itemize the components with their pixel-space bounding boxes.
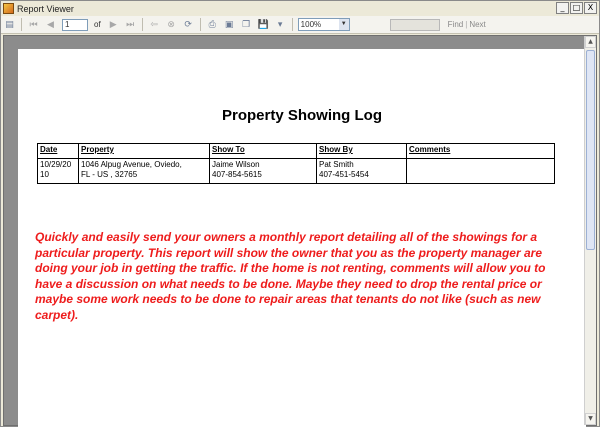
property-line: 1046 Alpug Avenue, Oviedo, bbox=[81, 160, 182, 169]
window-controls: _ □ X bbox=[556, 2, 597, 14]
show-by-phone: 407-451-5454 bbox=[319, 170, 369, 179]
show-by-name: Pat Smith bbox=[319, 160, 354, 169]
zoom-select[interactable]: 100% ▼ bbox=[297, 18, 350, 31]
first-page-icon[interactable]: ⏮ bbox=[27, 18, 40, 31]
app-icon bbox=[3, 3, 14, 14]
column-header-show-to: Show To bbox=[209, 143, 317, 159]
back-icon[interactable]: ⇦ bbox=[148, 18, 161, 31]
cell-date: 10/29/20 10 bbox=[37, 158, 79, 184]
find-input[interactable] bbox=[389, 18, 440, 31]
scroll-up-icon[interactable]: ▲ bbox=[585, 36, 596, 48]
toolbar-separator bbox=[199, 18, 201, 31]
report-description: Quickly and easily send your owners a mo… bbox=[35, 230, 546, 322]
cell-show-by: Pat Smith 407-451-5454 bbox=[316, 158, 407, 184]
export-dropdown-icon[interactable]: ▾ bbox=[274, 18, 287, 31]
minimize-button[interactable]: _ bbox=[556, 2, 569, 14]
vertical-scrollbar[interactable]: ▲ ▼ bbox=[584, 36, 596, 425]
column-header-show-by: Show By bbox=[316, 143, 407, 159]
next-link[interactable]: Next bbox=[469, 20, 485, 29]
previous-page-icon[interactable]: ◀ bbox=[44, 18, 57, 31]
stop-icon[interactable]: ⊗ bbox=[165, 18, 178, 31]
scroll-thumb[interactable] bbox=[586, 50, 595, 250]
close-button[interactable]: X bbox=[584, 2, 597, 14]
report-toolbar: ▤ ⏮ ◀ 1 of ▶ ⏭ ⇦ ⊗ ⟳ ⎙ ▣ ❐ 💾 ▾ 100% ▼ Fi… bbox=[1, 16, 599, 34]
cell-show-to: Jaime Wilson 407-854-5615 bbox=[209, 158, 317, 184]
column-header-date: Date bbox=[37, 143, 79, 159]
table-header-row: Date Property Show To Show By Comments bbox=[37, 143, 555, 159]
column-header-comments: Comments bbox=[406, 143, 555, 159]
last-page-icon[interactable]: ⏭ bbox=[124, 18, 137, 31]
show-to-phone: 407-854-5615 bbox=[212, 170, 262, 179]
toolbar-separator bbox=[291, 18, 293, 31]
date-line: 10 bbox=[40, 170, 49, 179]
window-title: Report Viewer bbox=[17, 3, 74, 14]
column-header-property: Property bbox=[78, 143, 210, 159]
title-bar: Report Viewer _ □ X bbox=[1, 1, 599, 16]
table-row: 10/29/20 10 1046 Alpug Avenue, Oviedo, F… bbox=[37, 158, 555, 184]
cell-property: 1046 Alpug Avenue, Oviedo, FL - US , 327… bbox=[78, 158, 210, 184]
page-number-input[interactable]: 1 bbox=[62, 18, 88, 31]
print-layout-icon[interactable]: ▣ bbox=[223, 18, 236, 31]
refresh-icon[interactable]: ⟳ bbox=[182, 18, 195, 31]
chevron-down-icon[interactable]: ▼ bbox=[338, 19, 349, 30]
property-line: FL - US , 32765 bbox=[81, 170, 138, 179]
export-icon[interactable]: 💾 bbox=[257, 18, 270, 31]
showing-log-table: Date Property Show To Show By Comments 1… bbox=[37, 143, 555, 184]
scroll-down-icon[interactable]: ▼ bbox=[585, 413, 596, 425]
cell-comments bbox=[406, 158, 555, 184]
toolbar-separator bbox=[141, 18, 143, 31]
page-of-label: of bbox=[94, 20, 101, 29]
find-separator: | bbox=[465, 20, 468, 29]
find-link[interactable]: Find bbox=[448, 20, 464, 29]
next-page-icon[interactable]: ▶ bbox=[107, 18, 120, 31]
report-viewer-window: Report Viewer _ □ X ▤ ⏮ ◀ 1 of ▶ ⏭ ⇦ ⊗ ⟳… bbox=[0, 0, 600, 427]
report-title: Property Showing Log bbox=[222, 107, 382, 124]
toolbar-separator bbox=[21, 18, 22, 31]
report-content-area[interactable]: Property Showing Log Date Property Show … bbox=[3, 35, 597, 427]
document-map-icon[interactable]: ▤ bbox=[3, 18, 16, 31]
show-to-name: Jaime Wilson bbox=[212, 160, 260, 169]
page-setup-icon[interactable]: ❐ bbox=[240, 18, 253, 31]
report-page: Property Showing Log Date Property Show … bbox=[18, 49, 586, 427]
maximize-button[interactable]: □ bbox=[570, 2, 583, 14]
print-icon[interactable]: ⎙ bbox=[206, 18, 219, 31]
zoom-value: 100% bbox=[300, 20, 322, 29]
date-line: 10/29/20 bbox=[40, 160, 72, 169]
